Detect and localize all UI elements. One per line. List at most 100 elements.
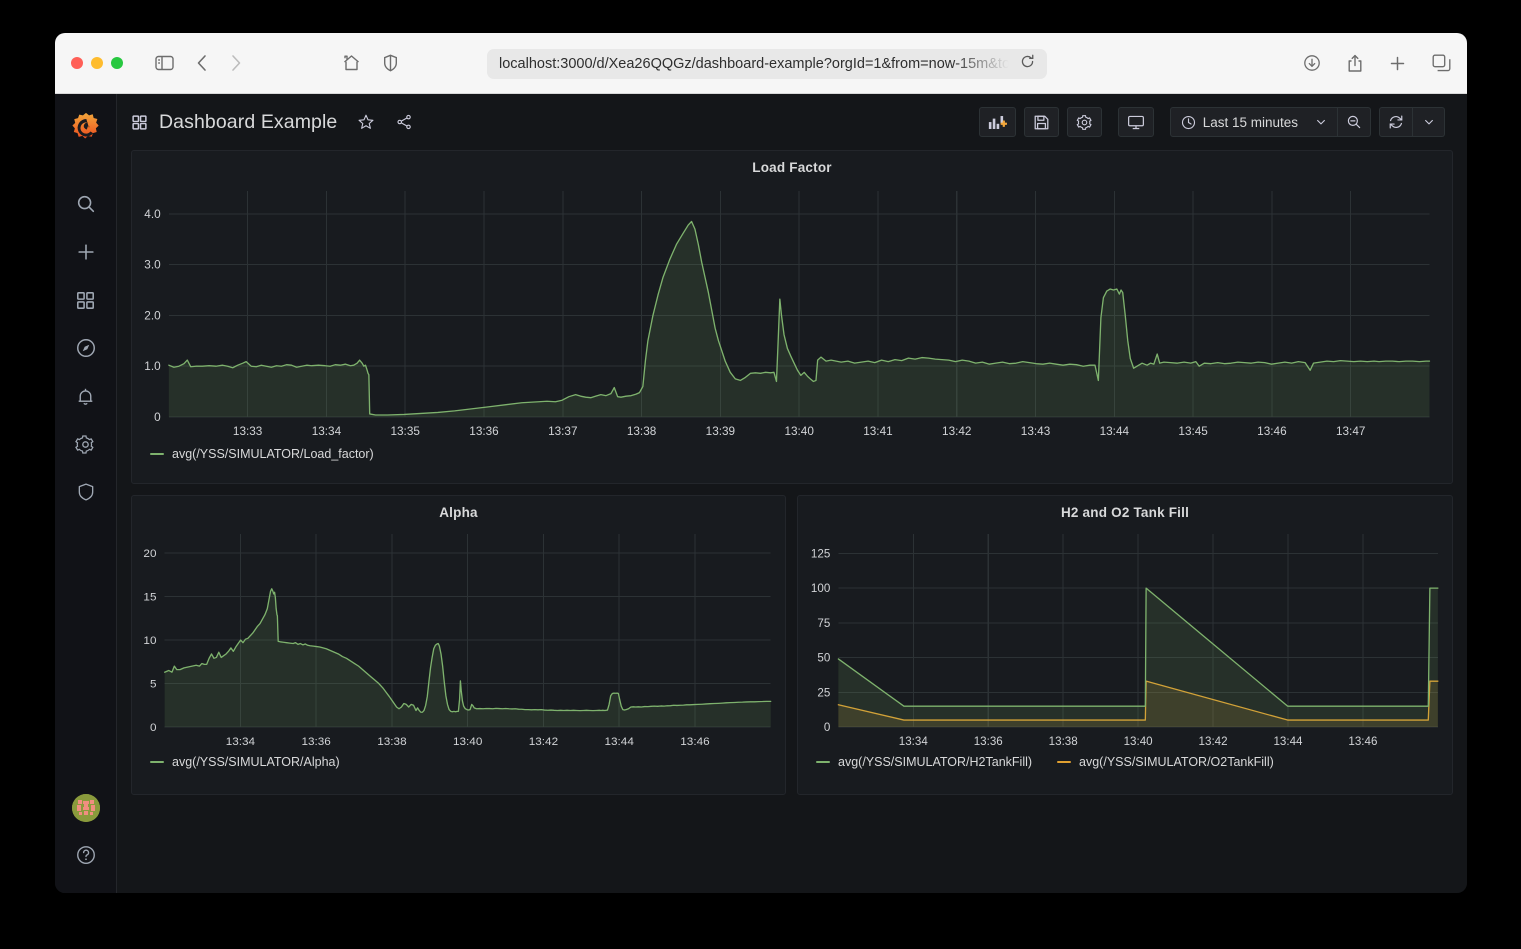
- svg-text:13:34: 13:34: [312, 425, 342, 438]
- share-dashboard-icon[interactable]: [395, 113, 413, 131]
- legend-tank-fill: avg(/YSS/SIMULATOR/H2TankFill) avg(/YSS/…: [798, 755, 1452, 769]
- svg-text:13:44: 13:44: [605, 735, 635, 748]
- page-title: Dashboard Example: [159, 110, 338, 133]
- chart-alpha[interactable]: 0 5 10 15 20 13:34 13:36 13:38 13:40 13:42 13:44 13…: [132, 520, 785, 755]
- legend-color-swatch: [150, 453, 164, 455]
- maximize-window-button[interactable]: [111, 57, 123, 69]
- panel-title-alpha: Alpha: [439, 505, 478, 520]
- svg-text:50: 50: [817, 653, 830, 665]
- legend-item[interactable]: avg(/YSS/SIMULATOR/O2TankFill): [1057, 755, 1274, 769]
- sidebar-item-server-admin[interactable]: [64, 468, 108, 516]
- legend-item[interactable]: avg(/YSS/SIMULATOR/Load_factor): [150, 447, 374, 461]
- svg-text:13:35: 13:35: [390, 425, 419, 438]
- chart-tank-fill[interactable]: 0 25 50 75 100 125 13:34 13:36 13:38 13:40 13:42 13…: [798, 520, 1452, 755]
- svg-text:13:36: 13:36: [974, 736, 1003, 748]
- sidebar-item-search[interactable]: [64, 180, 108, 228]
- svg-text:13:40: 13:40: [453, 735, 482, 748]
- sidebar-item-explore[interactable]: [64, 324, 108, 372]
- share-icon[interactable]: [1347, 54, 1363, 73]
- sidebar-toggle-icon[interactable]: [155, 55, 174, 71]
- svg-text:2.0: 2.0: [144, 310, 161, 323]
- svg-text:10: 10: [143, 634, 156, 647]
- privacy-shield-icon[interactable]: [383, 54, 398, 72]
- svg-text:15: 15: [143, 591, 156, 604]
- svg-text:13:44: 13:44: [1100, 425, 1130, 438]
- add-panel-button[interactable]: [978, 107, 1016, 137]
- grafana-logo-icon[interactable]: [64, 106, 108, 150]
- refresh-dashboard-button[interactable]: [1379, 107, 1413, 137]
- save-dashboard-button[interactable]: [1023, 107, 1059, 137]
- svg-text:13:46: 13:46: [1348, 736, 1377, 748]
- legend-color-swatch: [150, 761, 164, 763]
- time-range-label: Last 15 minutes: [1202, 114, 1298, 130]
- time-range-picker[interactable]: Last 15 minutes: [1169, 107, 1338, 137]
- new-tab-icon[interactable]: [1389, 55, 1406, 72]
- svg-text:0: 0: [150, 721, 157, 734]
- svg-text:13:41: 13:41: [863, 425, 892, 438]
- svg-text:13:38: 13:38: [377, 735, 406, 748]
- legend-color-swatch: [816, 761, 830, 763]
- svg-text:4.0: 4.0: [144, 208, 161, 221]
- svg-text:13:40: 13:40: [1124, 736, 1153, 748]
- svg-text:25: 25: [817, 687, 830, 699]
- reload-icon[interactable]: [1020, 54, 1035, 74]
- tab-overview-icon[interactable]: [1432, 54, 1451, 72]
- svg-text:75: 75: [817, 618, 830, 630]
- svg-text:13:38: 13:38: [1049, 736, 1078, 748]
- panel-grid: Load Factor 0 1.0 2.0 3.0 4.0 13:33 13:34 13:35…: [117, 150, 1467, 893]
- panel-title-load-factor: Load Factor: [752, 160, 832, 175]
- panel-h2-o2-tank-fill: H2 and O2 Tank Fill 0 25 50 75 100 125 13:34 13…: [797, 495, 1453, 795]
- help-icon[interactable]: [75, 844, 97, 871]
- legend-label: avg(/YSS/SIMULATOR/Alpha): [172, 755, 340, 769]
- svg-text:3.0: 3.0: [144, 259, 161, 272]
- legend-label: avg(/YSS/SIMULATOR/H2TankFill): [838, 755, 1033, 769]
- browser-toolbar: localhost:3000/d/Xea26QQGz/dashboard-exa…: [55, 33, 1467, 94]
- svg-text:13:44: 13:44: [1273, 736, 1303, 748]
- panel-alpha: Alpha 0 5 10 15 20 13:34 13:36 13:38 13:40 13:42 1…: [131, 495, 786, 795]
- legend-item[interactable]: avg(/YSS/SIMULATOR/Alpha): [150, 755, 340, 769]
- refresh-interval-dropdown[interactable]: [1413, 107, 1445, 137]
- legend-label: avg(/YSS/SIMULATOR/Load_factor): [172, 447, 374, 461]
- dashboard-settings-button[interactable]: [1066, 107, 1102, 137]
- window-controls: [71, 57, 123, 69]
- legend-color-swatch: [1057, 761, 1072, 763]
- dashboard-grid-icon: [131, 114, 148, 131]
- close-window-button[interactable]: [71, 57, 83, 69]
- grafana-app: Dashboard Example Last 15 minutes Load F…: [55, 94, 1467, 893]
- avatar[interactable]: [71, 794, 100, 822]
- svg-text:13:36: 13:36: [469, 425, 498, 438]
- url-text: localhost:3000/d/Xea26QQGz/dashboard-exa…: [499, 56, 1014, 72]
- svg-text:13:45: 13:45: [1178, 425, 1207, 438]
- svg-text:13:46: 13:46: [1257, 425, 1286, 438]
- legend-item[interactable]: avg(/YSS/SIMULATOR/H2TankFill): [816, 755, 1032, 769]
- svg-text:13:38: 13:38: [627, 425, 656, 438]
- address-bar[interactable]: localhost:3000/d/Xea26QQGz/dashboard-exa…: [487, 49, 1047, 79]
- svg-text:125: 125: [811, 548, 830, 560]
- forward-button[interactable]: [230, 54, 242, 72]
- svg-text:13:34: 13:34: [899, 736, 929, 748]
- home-icon[interactable]: [342, 54, 361, 72]
- sidebar-item-alerting[interactable]: [64, 372, 108, 420]
- view-mode-button[interactable]: [1117, 107, 1154, 137]
- svg-text:100: 100: [811, 583, 830, 595]
- back-button[interactable]: [196, 54, 208, 72]
- sidebar-item-create[interactable]: [64, 228, 108, 276]
- svg-text:13:37: 13:37: [548, 425, 577, 438]
- sidebar-item-configuration[interactable]: [64, 420, 108, 468]
- svg-text:13:46: 13:46: [680, 735, 709, 748]
- panel-load-factor: Load Factor 0 1.0 2.0 3.0 4.0 13:33 13:34 13:35…: [131, 150, 1453, 484]
- legend-alpha: avg(/YSS/SIMULATOR/Alpha): [132, 755, 785, 769]
- downloads-icon[interactable]: [1303, 54, 1321, 72]
- svg-text:1.0: 1.0: [144, 360, 161, 373]
- svg-text:13:42: 13:42: [1199, 736, 1228, 748]
- svg-text:13:43: 13:43: [1021, 425, 1050, 438]
- svg-text:13:34: 13:34: [226, 735, 256, 748]
- browser-window: localhost:3000/d/Xea26QQGz/dashboard-exa…: [55, 33, 1467, 893]
- chart-load-factor[interactable]: 0 1.0 2.0 3.0 4.0 13:33 13:34 13:35 13:36 13:37 13…: [132, 175, 1452, 447]
- sidebar-item-dashboards[interactable]: [64, 276, 108, 324]
- svg-text:5: 5: [150, 678, 157, 691]
- minimize-window-button[interactable]: [91, 57, 103, 69]
- svg-text:20: 20: [143, 547, 156, 560]
- zoom-out-time-button[interactable]: [1338, 107, 1371, 137]
- star-icon[interactable]: [357, 113, 375, 131]
